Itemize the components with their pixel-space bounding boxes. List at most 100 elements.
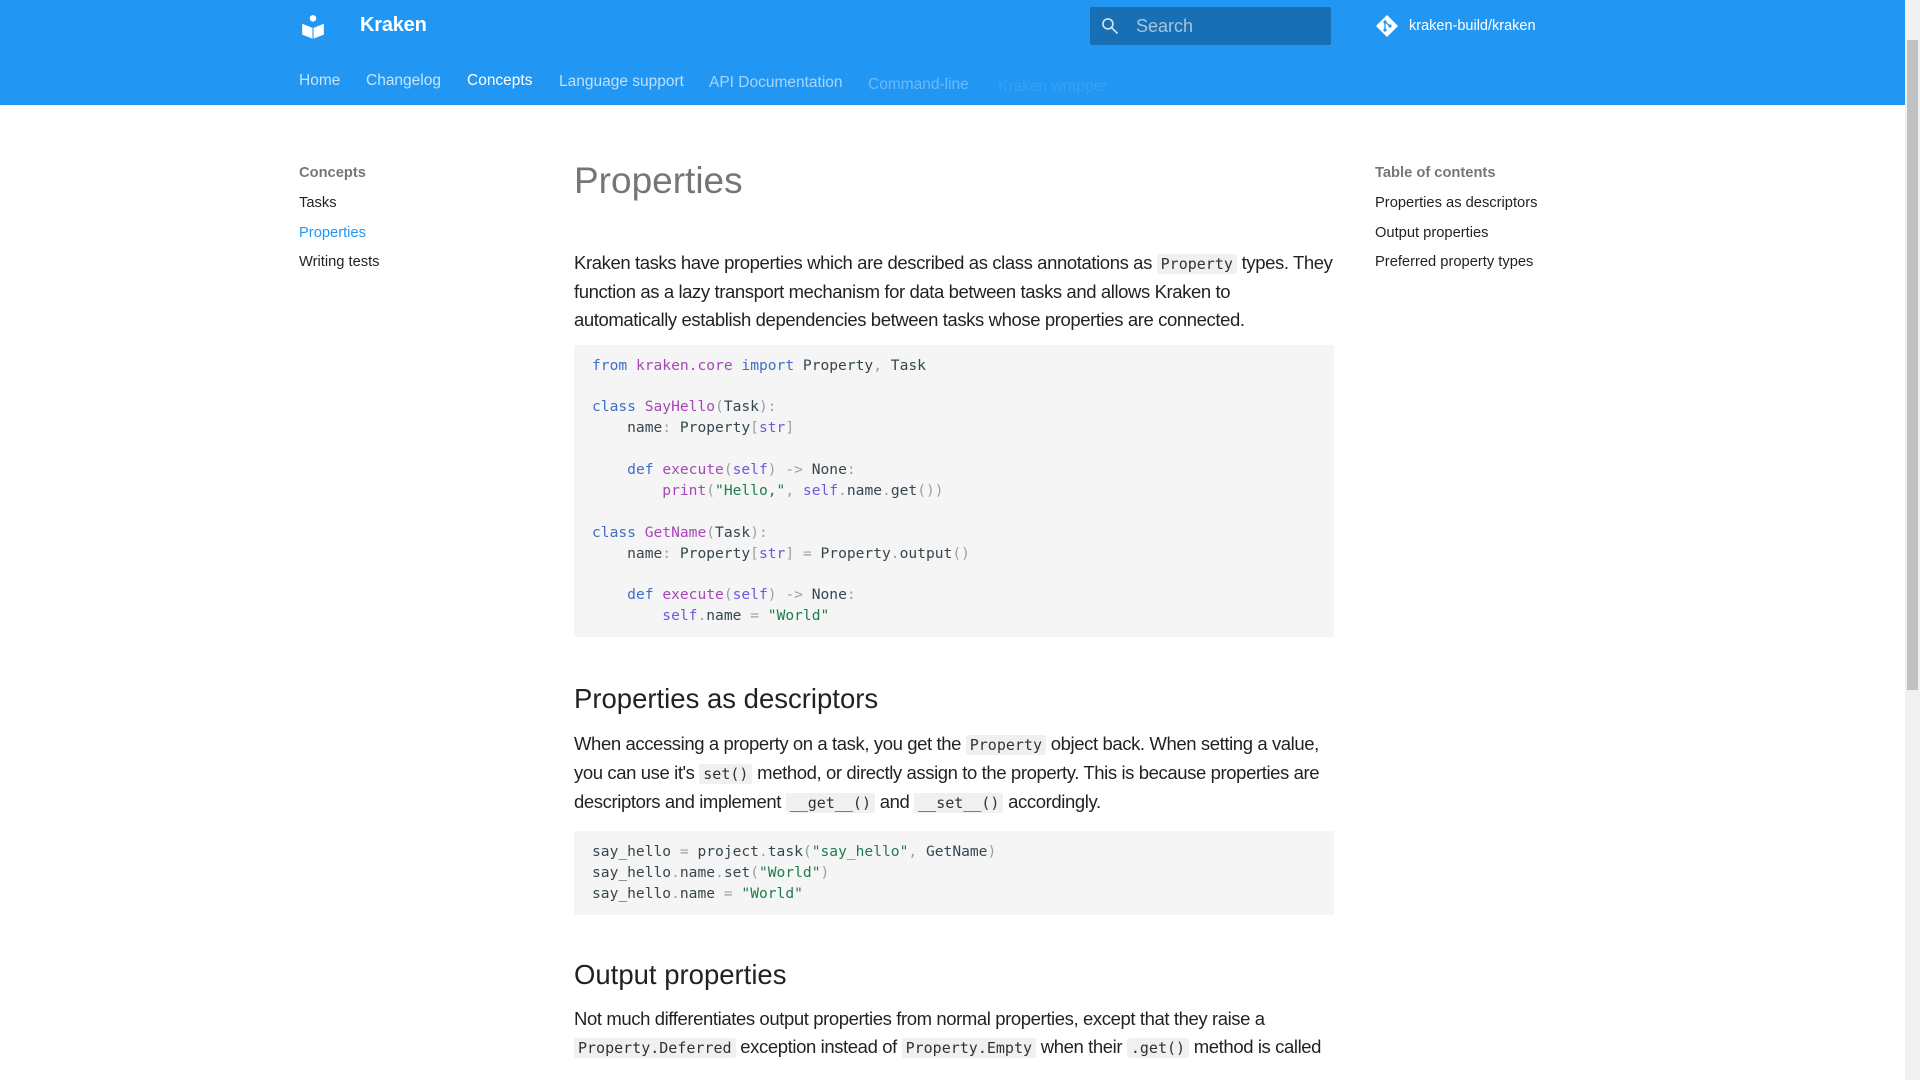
code-token: ( [750,864,759,882]
code-token: ( [706,523,716,541]
inline-code: Property.Empty [901,1038,1037,1059]
code-token: SayHello [644,398,716,416]
sidebar-item-tasks[interactable]: Tasks [299,195,380,225]
code-token: = [750,607,759,625]
code-token: . [671,864,680,882]
tab-changelog[interactable]: Changelog [366,72,441,90]
code-token: ()) [917,481,944,499]
site-title[interactable]: Kraken [360,14,427,37]
sidebar-item-properties[interactable]: Properties [299,225,380,255]
code-token: say_hello [592,864,672,882]
search-input[interactable] [1136,7,1326,45]
code-token: "World" [741,885,803,902]
code-token: "World" [758,864,821,882]
toc-item-preferred-types[interactable]: Preferred property types [1375,254,1537,284]
code-token: . [882,481,891,499]
code-token: ( [723,461,733,479]
toc-item-output[interactable]: Output properties [1375,225,1537,255]
code-token: [ [750,419,759,437]
scrollbar[interactable] [1905,0,1920,1080]
code-token: execute [662,461,724,479]
code-token: "World" [767,607,830,625]
tab-concepts[interactable]: Concepts [467,72,532,90]
code-token: , [785,481,795,499]
git-icon [1376,15,1398,37]
search-icon [1102,18,1119,35]
code-token: . [697,607,707,625]
tab-kraken-wrapper[interactable]: Kraken wrapper [998,78,1107,96]
inline-code: .get() [1126,1038,1190,1059]
text-run: when their [1036,1036,1127,1058]
inline-code: set() [699,763,753,784]
code-token: Task [715,523,751,541]
table-of-contents: Table of contents Properties as descript… [1375,165,1537,284]
tab-language-support[interactable]: Language support [559,73,684,91]
code-line: class SayHello(Task): [592,397,1316,418]
code-token: self [732,461,768,479]
code-line: say_hello = project.task("say_hello", Ge… [592,842,1316,863]
search-box[interactable] [1090,7,1331,45]
scrollbar-thumb[interactable] [1907,40,1918,690]
descriptors-paragraph: When accessing a property on a task, you… [574,730,1334,818]
code-line: print("Hello,", self.name.get()) [592,481,1316,502]
code-token: . [838,481,847,499]
article: Properties Kraken tasks have properties … [574,160,1334,1063]
code-token: = [802,544,812,562]
code-line: say_hello.name.set("World") [592,863,1316,884]
code-line: name: Property[str] = Property.output() [592,544,1316,565]
toc-item-descriptors[interactable]: Properties as descriptors [1375,195,1537,225]
code-token: () [952,544,970,562]
code-line: class GetName(Task): [592,523,1316,544]
code-token: say_hello [592,885,672,902]
code-token: ( [715,398,724,416]
code-token: name [679,885,724,902]
header: Kraken kraken-build/kraken Home Changelo… [0,0,1905,105]
code-line: name: Property[str] [592,418,1316,439]
code-token: name [592,419,663,437]
code-token: set [723,864,751,882]
code-token: GetName [644,523,707,541]
code-block-2: say_hello = project.task("say_hello", Ge… [574,831,1334,916]
logo-icon[interactable] [300,14,326,40]
code-token: ) [987,843,997,861]
code-token: None [802,461,847,479]
sidebar-nav: Concepts Tasks Properties Writing tests [299,165,380,284]
toc-title: Table of contents [1375,165,1496,181]
code-token: "say_hello" [811,843,909,861]
code-token: = [679,843,689,861]
repo-link[interactable]: kraken-build/kraken [1375,14,1536,38]
text-run: method is called [1189,1036,1322,1058]
code-token: name [846,481,883,499]
code-token: , [908,843,918,861]
code-token: name [706,607,751,625]
code-token: Property [671,544,751,562]
code-token: ( [723,586,733,604]
code-token: output [899,544,953,562]
code-token: ] [785,544,795,562]
code-line: self.name = "World" [592,606,1316,627]
code-token: say_hello [592,843,680,861]
inline-code: __get__() [785,793,875,814]
code-token: : [662,419,672,437]
tab-home[interactable]: Home [299,72,340,90]
sidebar-item-writing-tests[interactable]: Writing tests [299,254,380,284]
tab-api-documentation[interactable]: API Documentation [709,74,843,92]
tab-command-line[interactable]: Command-line [868,76,969,94]
code-token: ( [802,843,812,861]
text-run: accordingly. [1003,791,1101,813]
code-token: self [732,586,768,604]
code-token: = [723,885,733,902]
heading-properties-as-descriptors: Properties as descriptors [574,682,879,714]
code-token: , [873,356,882,374]
code-token: : [846,461,856,479]
code-token: . [758,843,768,861]
heading-output-properties: Output properties [574,959,787,991]
code-token: name [592,544,663,562]
